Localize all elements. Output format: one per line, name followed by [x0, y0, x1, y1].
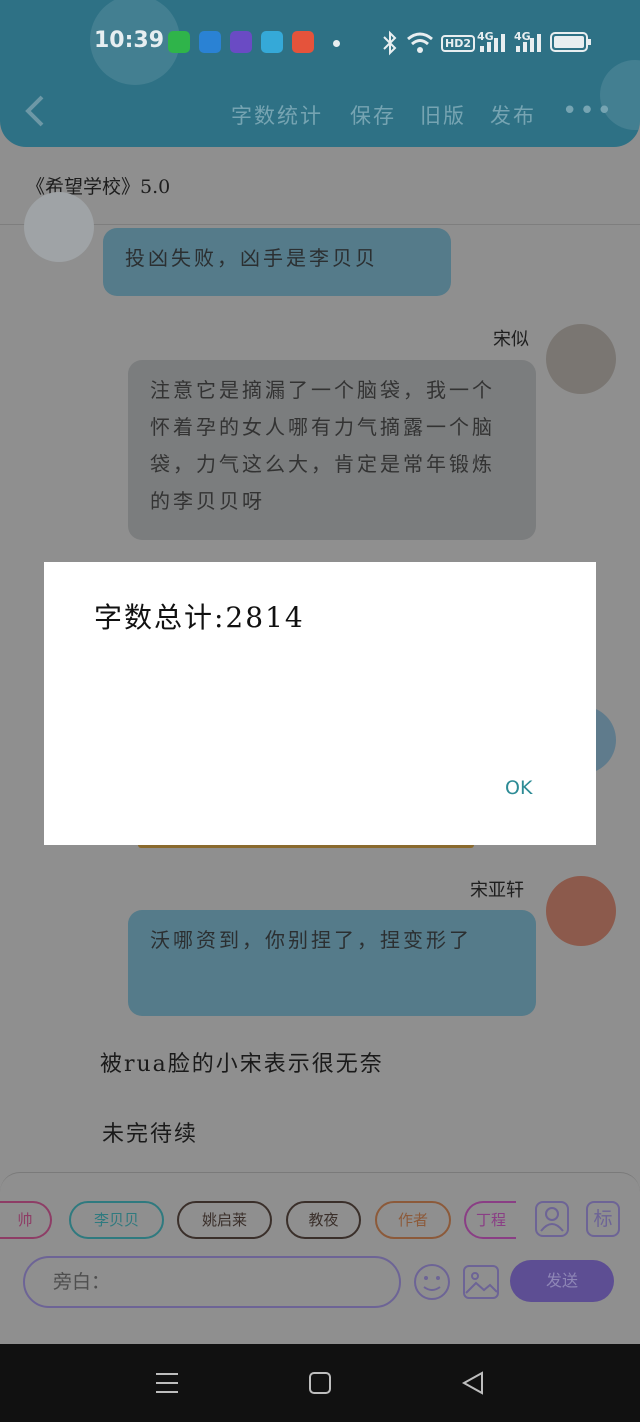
- message-bubble-left: 投凶失败，凶手是李贝贝: [103, 228, 451, 296]
- character-chip[interactable]: 丁程: [464, 1201, 516, 1239]
- avatar[interactable]: [546, 876, 616, 946]
- back-icon[interactable]: [460, 1370, 486, 1396]
- save-menu[interactable]: 保存: [350, 100, 396, 130]
- more-menu-icon[interactable]: •••: [562, 96, 614, 126]
- ok-button[interactable]: OK: [505, 777, 532, 799]
- emoji-icon[interactable]: [412, 1262, 452, 1302]
- speaker-name: 宋似: [493, 329, 529, 350]
- message-bubble-right: 沃哪资到，你别捏了，捏变形了: [128, 910, 536, 1016]
- signal-icon-1: [480, 34, 505, 52]
- app-icon-music: [292, 31, 314, 53]
- status-time: 10:39: [94, 28, 165, 53]
- tag-button[interactable]: 标: [586, 1201, 620, 1237]
- character-chip[interactable]: 作者: [375, 1201, 451, 1239]
- image-icon[interactable]: [462, 1263, 500, 1301]
- bluetooth-icon: [383, 30, 397, 56]
- character-chip[interactable]: 姚启莱: [177, 1201, 272, 1239]
- character-manage-icon[interactable]: [535, 1201, 569, 1237]
- narration-input[interactable]: 旁白：: [23, 1256, 401, 1308]
- wifi-icon: [407, 32, 433, 53]
- app-icon-cloud: [261, 31, 283, 53]
- battery-icon: [550, 32, 591, 52]
- send-button[interactable]: 发送: [510, 1260, 614, 1302]
- character-chip[interactable]: 教夜: [286, 1201, 361, 1239]
- narration-line: 未完待续: [102, 1122, 199, 1147]
- notification-dot-icon: [333, 40, 340, 47]
- narration-line: 被rua脸的小宋表示很无奈: [100, 1052, 384, 1077]
- dialog-message: 字数总计:2814: [94, 601, 305, 634]
- avatar[interactable]: [546, 324, 616, 394]
- old-version-menu[interactable]: 旧版: [420, 100, 466, 130]
- home-icon[interactable]: [308, 1371, 332, 1395]
- character-chip[interactable]: 帅: [0, 1201, 52, 1239]
- publish-menu[interactable]: 发布: [490, 100, 536, 130]
- avatar[interactable]: [24, 192, 94, 262]
- app-icon-moon: [230, 31, 252, 53]
- back-chevron-icon[interactable]: [22, 94, 48, 128]
- word-count-menu[interactable]: 字数统计: [231, 100, 323, 130]
- divider: [0, 224, 640, 225]
- menu-icon[interactable]: [154, 1370, 180, 1396]
- app-icon-video: [168, 31, 190, 53]
- app-icon-browser: [199, 31, 221, 53]
- speaker-name: 宋亚轩: [470, 880, 524, 901]
- character-chip[interactable]: 李贝贝: [69, 1201, 164, 1239]
- message-bubble-right: 注意它是摘漏了一个脑袋，我一个怀着孕的女人哪有力气摘露一个脑袋，力气这么大，肯定…: [128, 360, 536, 540]
- signal-icon-2: [516, 34, 541, 52]
- hd-badge: HD2: [441, 35, 475, 52]
